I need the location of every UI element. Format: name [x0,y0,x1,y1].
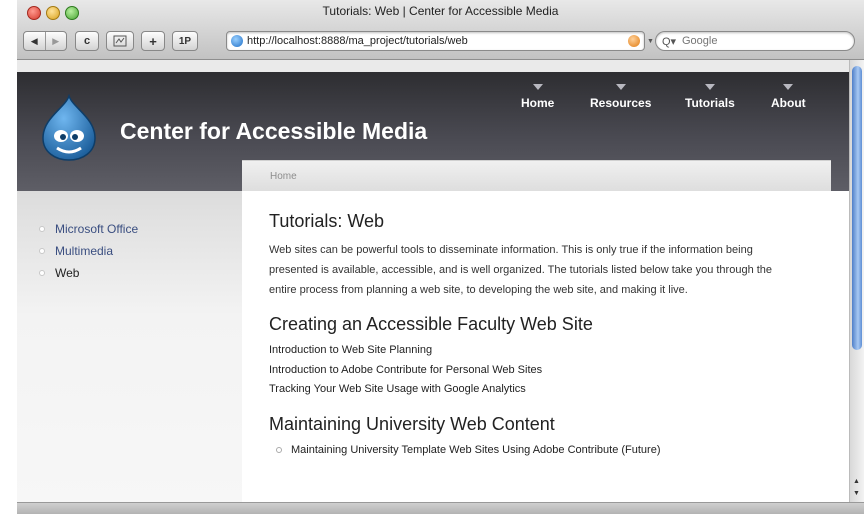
snapback-button[interactable] [106,31,134,51]
forward-arrow-icon[interactable]: ▶ [46,36,67,47]
address-url[interactable]: http://localhost:8888/ma_project/tutoria… [247,35,468,47]
tutorial-link-google-analytics[interactable]: Tracking Your Web Site Usage with Google… [269,380,799,400]
section-heading-university-web-content: Maintaining University Web Content [269,413,555,434]
browser-titlebar: Tutorials: Web | Center for Accessible M… [17,0,864,60]
breadcrumb-home-link[interactable]: Home [270,171,297,182]
caret-down-icon [615,84,626,90]
plus-icon: + [149,33,157,49]
reload-icon: c [83,35,91,47]
nav-tutorials-label: Tutorials [685,96,735,110]
caret-down-icon [532,84,543,90]
section-heading-faculty-web-site: Creating an Accessible Faculty Web Site [269,314,593,334]
sidebar-item-label[interactable]: Web [55,266,79,280]
nav-home[interactable]: Home [521,84,555,110]
scroll-up-arrow-icon[interactable]: ▲ [853,478,860,485]
caret-down-icon [783,84,794,90]
bullet-icon [39,248,45,254]
sidebar-item-multimedia[interactable]: Multimedia [37,240,138,262]
nav-resources[interactable]: Resources [590,84,652,110]
status-bar [17,502,864,514]
chevron-down-icon[interactable]: ▼ [647,38,654,45]
bullet-icon [39,226,45,232]
caret-down-icon [704,84,715,90]
refresh-icon[interactable] [628,35,640,47]
bullet-icon [39,270,45,276]
globe-icon [231,35,243,47]
sidebar-item-web[interactable]: Web [37,262,138,284]
nav-resources-label: Resources [590,96,652,110]
tutorial-link-adobe-contribute-personal[interactable]: Introduction to Adobe Contribute for Per… [269,361,799,381]
site-name[interactable]: Center for Accessible Media [120,118,427,145]
back-forward-button-group: ◀ ▶ [23,31,67,51]
nav-tutorials[interactable]: Tutorials [685,84,735,110]
snapback-icon [113,35,127,47]
breadcrumb: Home [242,160,831,191]
list-item: Maintaining University Template Web Site… [269,441,799,459]
scrollbar-thumb[interactable] [852,66,862,350]
faculty-tutorial-links: Introduction to Web Site Planning Introd… [269,341,799,400]
nav-about-label: About [771,96,806,110]
sidebar-item-label[interactable]: Multimedia [55,244,113,258]
intro-paragraph: Web sites can be powerful tools to disse… [269,244,773,296]
search-icon[interactable]: Q▾ [662,35,676,48]
top-strip [17,60,849,72]
vertical-scrollbar[interactable]: ▲ ▼ [849,60,864,502]
page-viewport: Home Resources Tutorials About Center fo… [17,60,849,502]
search-bar[interactable]: Q▾ [655,31,855,51]
back-arrow-icon[interactable]: ◀ [24,36,45,47]
list-item-text: Maintaining University Template Web Site… [291,443,661,456]
onepassword-label: 1P [178,35,192,47]
drupal-drop-logo-icon[interactable] [39,94,99,162]
sidebar-menu: Microsoft Office Multimedia Web [37,218,138,284]
nav-about[interactable]: About [771,84,806,110]
bullet-icon [276,446,282,453]
sidebar-item-microsoft-office[interactable]: Microsoft Office [37,218,138,240]
main-content: Tutorials: Web Web sites can be powerful… [242,191,831,502]
university-content-list: Maintaining University Template Web Site… [269,441,799,459]
search-input[interactable] [682,34,842,48]
add-bookmark-button[interactable]: + [141,31,165,51]
nav-home-label: Home [521,96,555,110]
reload-button[interactable]: c [75,31,99,51]
tutorial-link-web-site-planning[interactable]: Introduction to Web Site Planning [269,341,799,361]
window-title: Tutorials: Web | Center for Accessible M… [322,4,559,18]
onepassword-button[interactable]: 1P [172,31,198,51]
page-title: Tutorials: Web [269,211,385,231]
address-bar[interactable]: http://localhost:8888/ma_project/tutoria… [226,31,645,51]
sidebar-item-label[interactable]: Microsoft Office [55,222,138,236]
scroll-down-arrow-icon[interactable]: ▼ [853,490,860,497]
